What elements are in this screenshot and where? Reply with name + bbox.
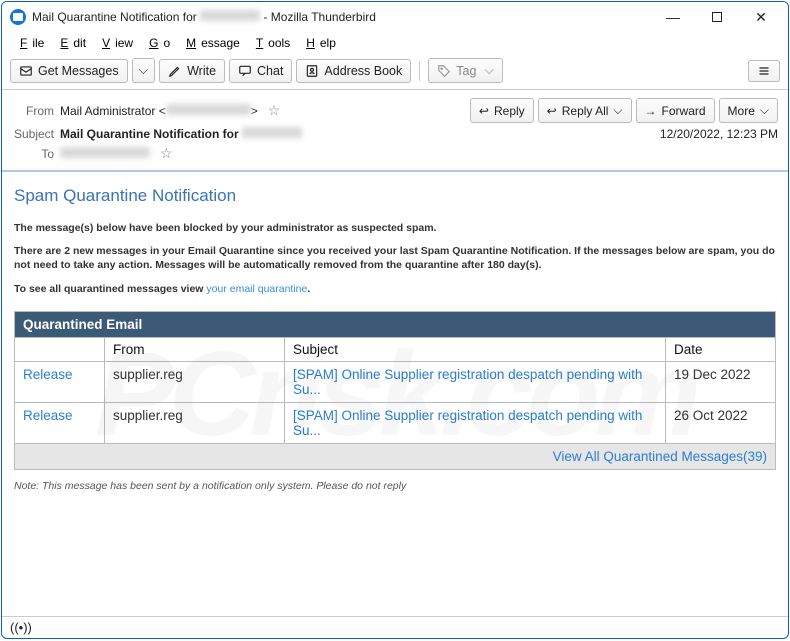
- col-subject: Subject: [285, 337, 666, 361]
- star-icon[interactable]: ☆: [268, 102, 281, 119]
- cell-from: supplier.reg: [105, 402, 285, 443]
- forward-icon: →: [645, 104, 657, 118]
- to-label: To: [12, 147, 54, 161]
- menu-go[interactable]: Go: [139, 34, 175, 52]
- statusbar: ((•)): [2, 616, 788, 638]
- addressbook-icon: [305, 64, 319, 78]
- release-link[interactable]: Release: [23, 367, 73, 382]
- titlebar: Mail Quarantine Notification for - Mozil…: [2, 2, 788, 32]
- cell-subject: [SPAM] Online Supplier registration desp…: [285, 361, 666, 402]
- chat-icon: [238, 64, 252, 78]
- menu-tools[interactable]: Tools: [246, 34, 295, 52]
- menu-edit[interactable]: Edit: [50, 34, 91, 52]
- minimize-button[interactable]: —: [660, 6, 686, 28]
- download-icon: [19, 64, 33, 78]
- reply-all-button[interactable]: ↩ Reply All ⌵: [538, 98, 632, 123]
- table-title: Quarantined Email: [15, 311, 776, 337]
- menubar: File Edit View Go Message Tools Help: [2, 32, 788, 54]
- star-icon[interactable]: ☆: [160, 145, 173, 162]
- view-all-row: View All Quarantined Messages(39): [15, 443, 776, 469]
- subject-label: Subject: [12, 127, 54, 141]
- to-value: [60, 147, 150, 161]
- col-date: Date: [666, 337, 776, 361]
- app-window: Mail Quarantine Notification for - Mozil…: [1, 1, 789, 639]
- menu-view[interactable]: View: [92, 34, 138, 52]
- maximize-button[interactable]: [704, 6, 730, 28]
- toolbar: Get Messages ⌵ Write Chat Address Book T…: [2, 54, 788, 90]
- table-row: Release supplier.reg [SPAM] Online Suppl…: [15, 361, 776, 402]
- menu-help[interactable]: Help: [296, 34, 341, 52]
- body-paragraph: To see all quarantined messages view you…: [14, 282, 776, 296]
- app-icon: [10, 9, 26, 25]
- hamburger-button[interactable]: [748, 60, 780, 82]
- col-from: From: [105, 337, 285, 361]
- cell-date: 19 Dec 2022: [666, 361, 776, 402]
- redacted: [166, 104, 251, 115]
- wifi-icon: ((•)): [10, 620, 32, 635]
- release-link[interactable]: Release: [23, 408, 73, 423]
- tag-button[interactable]: Tag ⌵: [428, 58, 503, 83]
- message-headers: From Mail Administrator <> ☆ ↩ Reply ↩ R…: [2, 90, 788, 172]
- subject-value: Mail Quarantine Notification for: [60, 127, 302, 141]
- reply-button[interactable]: ↩ Reply: [470, 98, 534, 123]
- hamburger-icon: [757, 65, 771, 77]
- cell-date: 26 Oct 2022: [666, 402, 776, 443]
- more-button[interactable]: More ⌵: [719, 98, 778, 123]
- quarantine-table: Quarantined Email From Subject Date Rele…: [14, 311, 776, 470]
- chevron-down-icon: ⌵: [139, 63, 148, 78]
- reply-all-icon: ↩: [547, 104, 557, 118]
- from-label: From: [12, 104, 54, 118]
- message-body: PCrisk.com Spam Quarantine Notification …: [2, 172, 788, 616]
- redacted: [200, 10, 260, 21]
- chevron-down-icon: ⌵: [484, 63, 493, 78]
- write-button[interactable]: Write: [159, 59, 225, 83]
- cell-subject: [SPAM] Online Supplier registration desp…: [285, 402, 666, 443]
- redacted: [60, 147, 150, 158]
- get-messages-dropdown[interactable]: ⌵: [132, 58, 155, 83]
- address-book-button[interactable]: Address Book: [296, 59, 411, 83]
- pencil-icon: [168, 64, 182, 78]
- body-paragraph: There are 2 new messages in your Email Q…: [14, 244, 776, 272]
- chevron-down-icon: ⌵: [613, 103, 622, 118]
- reply-icon: ↩: [479, 104, 489, 118]
- table-header-row: From Subject Date: [15, 337, 776, 361]
- menu-message[interactable]: Message: [176, 34, 245, 52]
- chevron-down-icon: ⌵: [760, 103, 769, 118]
- table-row: Release supplier.reg [SPAM] Online Suppl…: [15, 402, 776, 443]
- menu-file[interactable]: File: [10, 34, 49, 52]
- quarantine-link[interactable]: your email quarantine: [206, 283, 307, 295]
- window-title: Mail Quarantine Notification for - Mozil…: [32, 10, 660, 24]
- date-value: 12/20/2022, 12:23 PM: [660, 127, 778, 141]
- chat-button[interactable]: Chat: [229, 59, 292, 83]
- from-value: Mail Administrator <>: [60, 104, 258, 118]
- redacted: [242, 127, 302, 138]
- intro-line: The message(s) below have been blocked b…: [14, 222, 776, 234]
- separator: [419, 61, 420, 81]
- cell-from: supplier.reg: [105, 361, 285, 402]
- get-messages-button[interactable]: Get Messages: [10, 59, 128, 83]
- view-all-link[interactable]: View All Quarantined Messages(39): [553, 449, 767, 464]
- close-button[interactable]: ✕: [748, 6, 774, 28]
- forward-button[interactable]: → Forward: [636, 98, 715, 123]
- body-title: Spam Quarantine Notification: [14, 186, 776, 206]
- tag-icon: [437, 64, 451, 78]
- footer-note: Note: This message has been sent by a no…: [14, 480, 776, 492]
